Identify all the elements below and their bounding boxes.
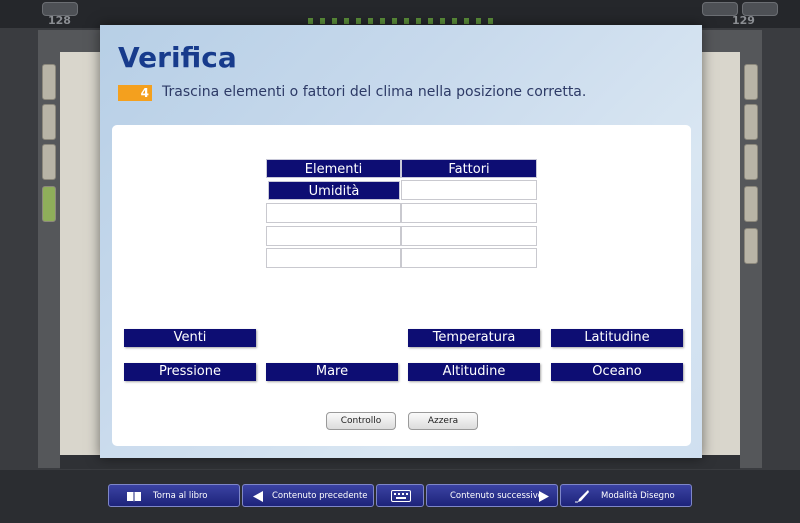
chip-altitudine[interactable]: Altitudine <box>408 363 540 381</box>
keyboard-button[interactable] <box>376 484 424 507</box>
next-arrow-icon <box>539 491 549 502</box>
back-to-book-label: Torna al libro <box>153 491 208 501</box>
chip-mare[interactable]: Mare <box>266 363 398 381</box>
column-header-fattori: Fattori <box>401 159 537 178</box>
previous-content-button[interactable]: Contenuto precedente <box>242 484 374 507</box>
exercise-modal: Verifica 4 Trascina elementi o fattori d… <box>100 25 702 458</box>
drop-cell-elementi[interactable] <box>266 248 401 268</box>
reset-button[interactable]: Azzera <box>408 412 478 430</box>
back-to-book-button[interactable]: Torna al libro <box>108 484 240 507</box>
modal-title: Verifica <box>118 41 237 74</box>
drawing-mode-label: Modalità Disegno <box>601 491 675 501</box>
side-tab[interactable] <box>744 144 758 180</box>
next-content-button[interactable]: Contenuto successivo <box>426 484 558 507</box>
column-header-elementi: Elementi <box>266 159 401 178</box>
chip-venti[interactable]: Venti <box>124 329 256 347</box>
side-tab[interactable] <box>744 186 758 222</box>
drawing-mode-button[interactable]: Modalità Disegno <box>560 484 692 507</box>
side-tab[interactable] <box>744 64 758 100</box>
page-progress-dots <box>308 18 498 24</box>
prev-arrow-icon <box>253 491 263 502</box>
top-bar: 128 129 <box>0 0 800 28</box>
drop-cell-fattori[interactable] <box>401 226 537 246</box>
side-tab[interactable] <box>42 104 56 140</box>
drop-cell-elementi[interactable] <box>266 226 401 246</box>
chip-oceano[interactable]: Oceano <box>551 363 683 381</box>
chip-temperatura[interactable]: Temperatura <box>408 329 540 347</box>
drop-cell-fattori[interactable] <box>401 248 537 268</box>
home-icon[interactable] <box>42 2 78 16</box>
drop-cell-elementi[interactable] <box>266 203 401 223</box>
pen-icon <box>575 490 589 503</box>
side-tab[interactable] <box>42 144 56 180</box>
chip-pressione[interactable]: Pressione <box>124 363 256 381</box>
side-tab[interactable] <box>744 104 758 140</box>
previous-content-label: Contenuto precedente <box>272 491 368 501</box>
book-icon <box>127 492 141 502</box>
side-tab[interactable] <box>42 64 56 100</box>
chip-latitudine[interactable]: Latitudine <box>551 329 683 347</box>
exercise-panel: Elementi Fattori Umidità Venti Temperatu… <box>112 125 691 446</box>
keyboard-icon <box>391 490 411 502</box>
side-tab[interactable] <box>744 228 758 264</box>
side-tab-active[interactable] <box>42 186 56 222</box>
page-number-right: 129 <box>732 14 755 27</box>
next-content-label: Contenuto successivo <box>450 491 543 501</box>
drop-cell-fattori[interactable] <box>401 203 537 223</box>
question-text: Trascina elementi o fattori del clima ne… <box>162 84 587 100</box>
check-button[interactable]: Controllo <box>326 412 396 430</box>
question-number-badge: 4 <box>118 85 152 101</box>
placed-chip[interactable]: Umidità <box>268 181 400 200</box>
drop-cell-fattori[interactable] <box>401 180 537 200</box>
